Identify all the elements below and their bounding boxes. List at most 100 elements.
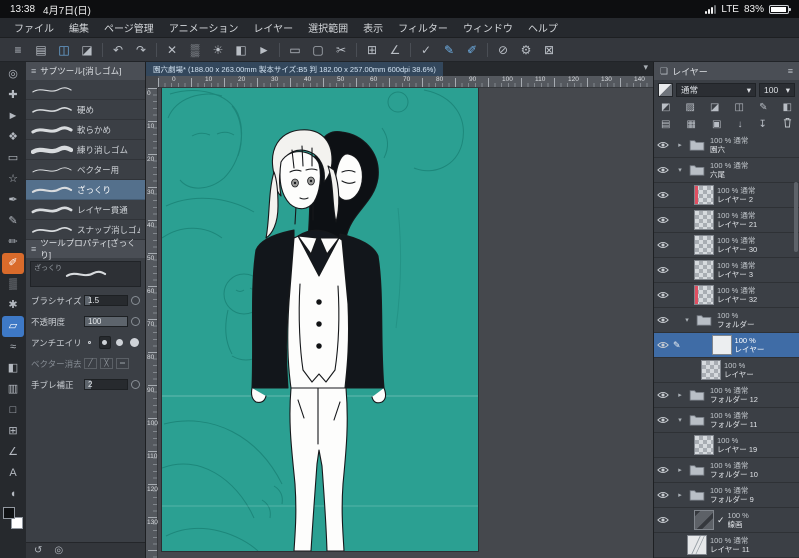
- operation-tool[interactable]: ►: [2, 106, 24, 127]
- layer-row[interactable]: ▾ 100 % 通常 六尾: [654, 158, 799, 183]
- clip-to-below-icon[interactable]: ◩: [661, 102, 670, 113]
- subtool-item[interactable]: ベクター用: [26, 160, 145, 180]
- collapse-arrow-icon[interactable]: ▾: [676, 166, 684, 174]
- eye-icon[interactable]: [657, 266, 670, 274]
- artboard[interactable]: [161, 88, 478, 552]
- settings-gear-icon[interactable]: ⚙: [518, 40, 534, 60]
- expand-arrow-icon[interactable]: ▸: [676, 141, 684, 149]
- auto-select-tool[interactable]: ☆: [2, 169, 24, 190]
- subtool-item[interactable]: 軟らかめ: [26, 120, 145, 140]
- menu-item[interactable]: フィルター: [398, 20, 448, 35]
- snap-angle-icon[interactable]: ∠: [387, 40, 403, 60]
- eye-icon[interactable]: [657, 341, 670, 349]
- select-rect-icon[interactable]: ▭: [287, 40, 303, 60]
- panel-menu-icon[interactable]: ≡: [788, 66, 793, 76]
- brush-size-row[interactable]: ブラシサイズ 1.5: [26, 290, 145, 311]
- opacity-select[interactable]: 100 ▾: [759, 83, 795, 97]
- opacity-row[interactable]: 不透明度 100: [26, 311, 145, 332]
- zoom-nav-icon[interactable]: ◎: [54, 545, 63, 556]
- layer-row[interactable]: ▸ 100 % 通常 フォルダー 10: [654, 458, 799, 483]
- anti-aliasing-option[interactable]: [84, 336, 96, 349]
- story-editor-icon[interactable]: ◪: [79, 40, 95, 60]
- brush-tool[interactable]: ✐: [2, 253, 24, 274]
- selection-tool[interactable]: ▭: [2, 148, 24, 169]
- eye-icon[interactable]: [657, 216, 670, 224]
- layer-row[interactable]: 100 % 通常 レイヤー 30: [654, 233, 799, 258]
- menu-item[interactable]: ヘルプ: [528, 20, 558, 35]
- eye-icon[interactable]: [657, 191, 670, 199]
- main-menu-icon[interactable]: ≡: [10, 40, 26, 60]
- layer-row[interactable]: ✓ 100 % 線画: [654, 508, 799, 533]
- brush-correct-icon[interactable]: ✐: [464, 40, 480, 60]
- eye-icon[interactable]: [657, 516, 670, 524]
- vertical-ruler[interactable]: 0 10 20 30 40 50 60 70 80 90 100 110 120 130: [146, 88, 158, 558]
- anti-aliasing-option[interactable]: [114, 336, 126, 349]
- blend-tool[interactable]: ≈: [2, 337, 24, 358]
- publish-icon[interactable]: ►: [256, 40, 272, 60]
- layer-row[interactable]: ▸ 100 % 通常 園六: [654, 133, 799, 158]
- collapse-arrow-icon[interactable]: ▾: [676, 416, 684, 424]
- new-raster-layer-icon[interactable]: ▤: [661, 119, 670, 130]
- panel-menu-icon[interactable]: ≡: [31, 244, 36, 254]
- eye-icon[interactable]: [657, 241, 670, 249]
- main-color-swatch[interactable]: [3, 507, 15, 519]
- layer-row[interactable]: ▸ 100 % 通常 フォルダー 9: [654, 483, 799, 508]
- subtool-item[interactable]: [26, 80, 145, 100]
- expand-arrow-icon[interactable]: ▸: [676, 391, 684, 399]
- layer-row[interactable]: 100 % 通常 レイヤー 3: [654, 258, 799, 283]
- decoration-tool[interactable]: ✱: [2, 295, 24, 316]
- property-slider[interactable]: 100: [84, 316, 128, 327]
- blend-mode-select[interactable]: 通常 ▾: [676, 83, 756, 97]
- reset-view-icon[interactable]: ↺: [34, 545, 42, 556]
- move-view-tool[interactable]: ✚: [2, 85, 24, 106]
- menu-item[interactable]: ページ管理: [104, 20, 154, 35]
- account-close-icon[interactable]: ⊠: [541, 40, 557, 60]
- pencil-tool[interactable]: ✏: [2, 232, 24, 253]
- pen-tool[interactable]: ✎: [2, 211, 24, 232]
- figure-tool[interactable]: □: [2, 400, 24, 421]
- subtool-item[interactable]: 練り消しゴム: [26, 140, 145, 160]
- delete-layer-icon[interactable]: [783, 117, 792, 131]
- slider-options-icon[interactable]: [131, 380, 140, 389]
- page-manager-icon[interactable]: ▤: [33, 40, 49, 60]
- new-vector-layer-icon[interactable]: ▦: [687, 119, 696, 130]
- layer-row[interactable]: ▾ 100 % フォルダー: [654, 308, 799, 333]
- menu-item[interactable]: 表示: [363, 20, 383, 35]
- vector-erase-option-icon[interactable]: ═: [116, 358, 129, 369]
- anti-aliasing-row[interactable]: アンチエイリアス: [26, 332, 145, 353]
- layer-row[interactable]: ▾ 100 % 通常 フォルダー 11: [654, 408, 799, 433]
- layer-row[interactable]: 100 % レイヤー 19: [654, 433, 799, 458]
- layer-move-tool[interactable]: ❖: [2, 127, 24, 148]
- eye-icon[interactable]: [657, 141, 670, 149]
- layer-row[interactable]: 100 % 通常 レイヤー 2: [654, 183, 799, 208]
- spread-view-icon[interactable]: ◫: [56, 40, 72, 60]
- airbrush-tool[interactable]: ▒: [2, 274, 24, 295]
- eye-icon[interactable]: [657, 291, 670, 299]
- clear-outside-selection-icon[interactable]: ▒: [187, 40, 203, 60]
- menu-item[interactable]: アニメーション: [169, 20, 239, 35]
- document-tab[interactable]: 園六劇場* (188.00 x 263.00mm 製本サイズ:B5 判 182.…: [146, 62, 443, 76]
- ruler-tool[interactable]: ∠: [2, 442, 24, 463]
- eyedropper-tool[interactable]: ✒: [2, 190, 24, 211]
- fill-icon[interactable]: ◧: [233, 40, 249, 60]
- layer-row[interactable]: 100 % 通常 レイヤー 11: [654, 533, 799, 558]
- redo-icon[interactable]: ↷: [133, 40, 149, 60]
- transfer-down-icon[interactable]: ↓: [738, 119, 743, 130]
- crop-icon[interactable]: ✂: [333, 40, 349, 60]
- eraser-tool[interactable]: ▱: [2, 316, 24, 337]
- collapse-arrow-icon[interactable]: ▾: [683, 316, 691, 324]
- subtool-item[interactable]: 硬め: [26, 100, 145, 120]
- undo-icon[interactable]: ↶: [110, 40, 126, 60]
- brightness-icon[interactable]: ☀: [210, 40, 226, 60]
- anti-aliasing-option[interactable]: [98, 336, 111, 349]
- layer-row[interactable]: 100 % 通常 レイヤー 32: [654, 283, 799, 308]
- eye-icon[interactable]: [657, 491, 670, 499]
- balloon-tool[interactable]: ◖: [2, 484, 24, 505]
- eye-icon[interactable]: [657, 466, 670, 474]
- layer-row[interactable]: 100 % レイヤー: [654, 358, 799, 383]
- layer-row[interactable]: ✎ 100 % レイヤー: [654, 333, 799, 358]
- vector-erase-option-icon[interactable]: ╳: [100, 358, 113, 369]
- subtool-item[interactable]: レイヤー貫通: [26, 200, 145, 220]
- vector-check-icon[interactable]: ✓: [418, 40, 434, 60]
- menu-item[interactable]: レイヤー: [253, 20, 293, 35]
